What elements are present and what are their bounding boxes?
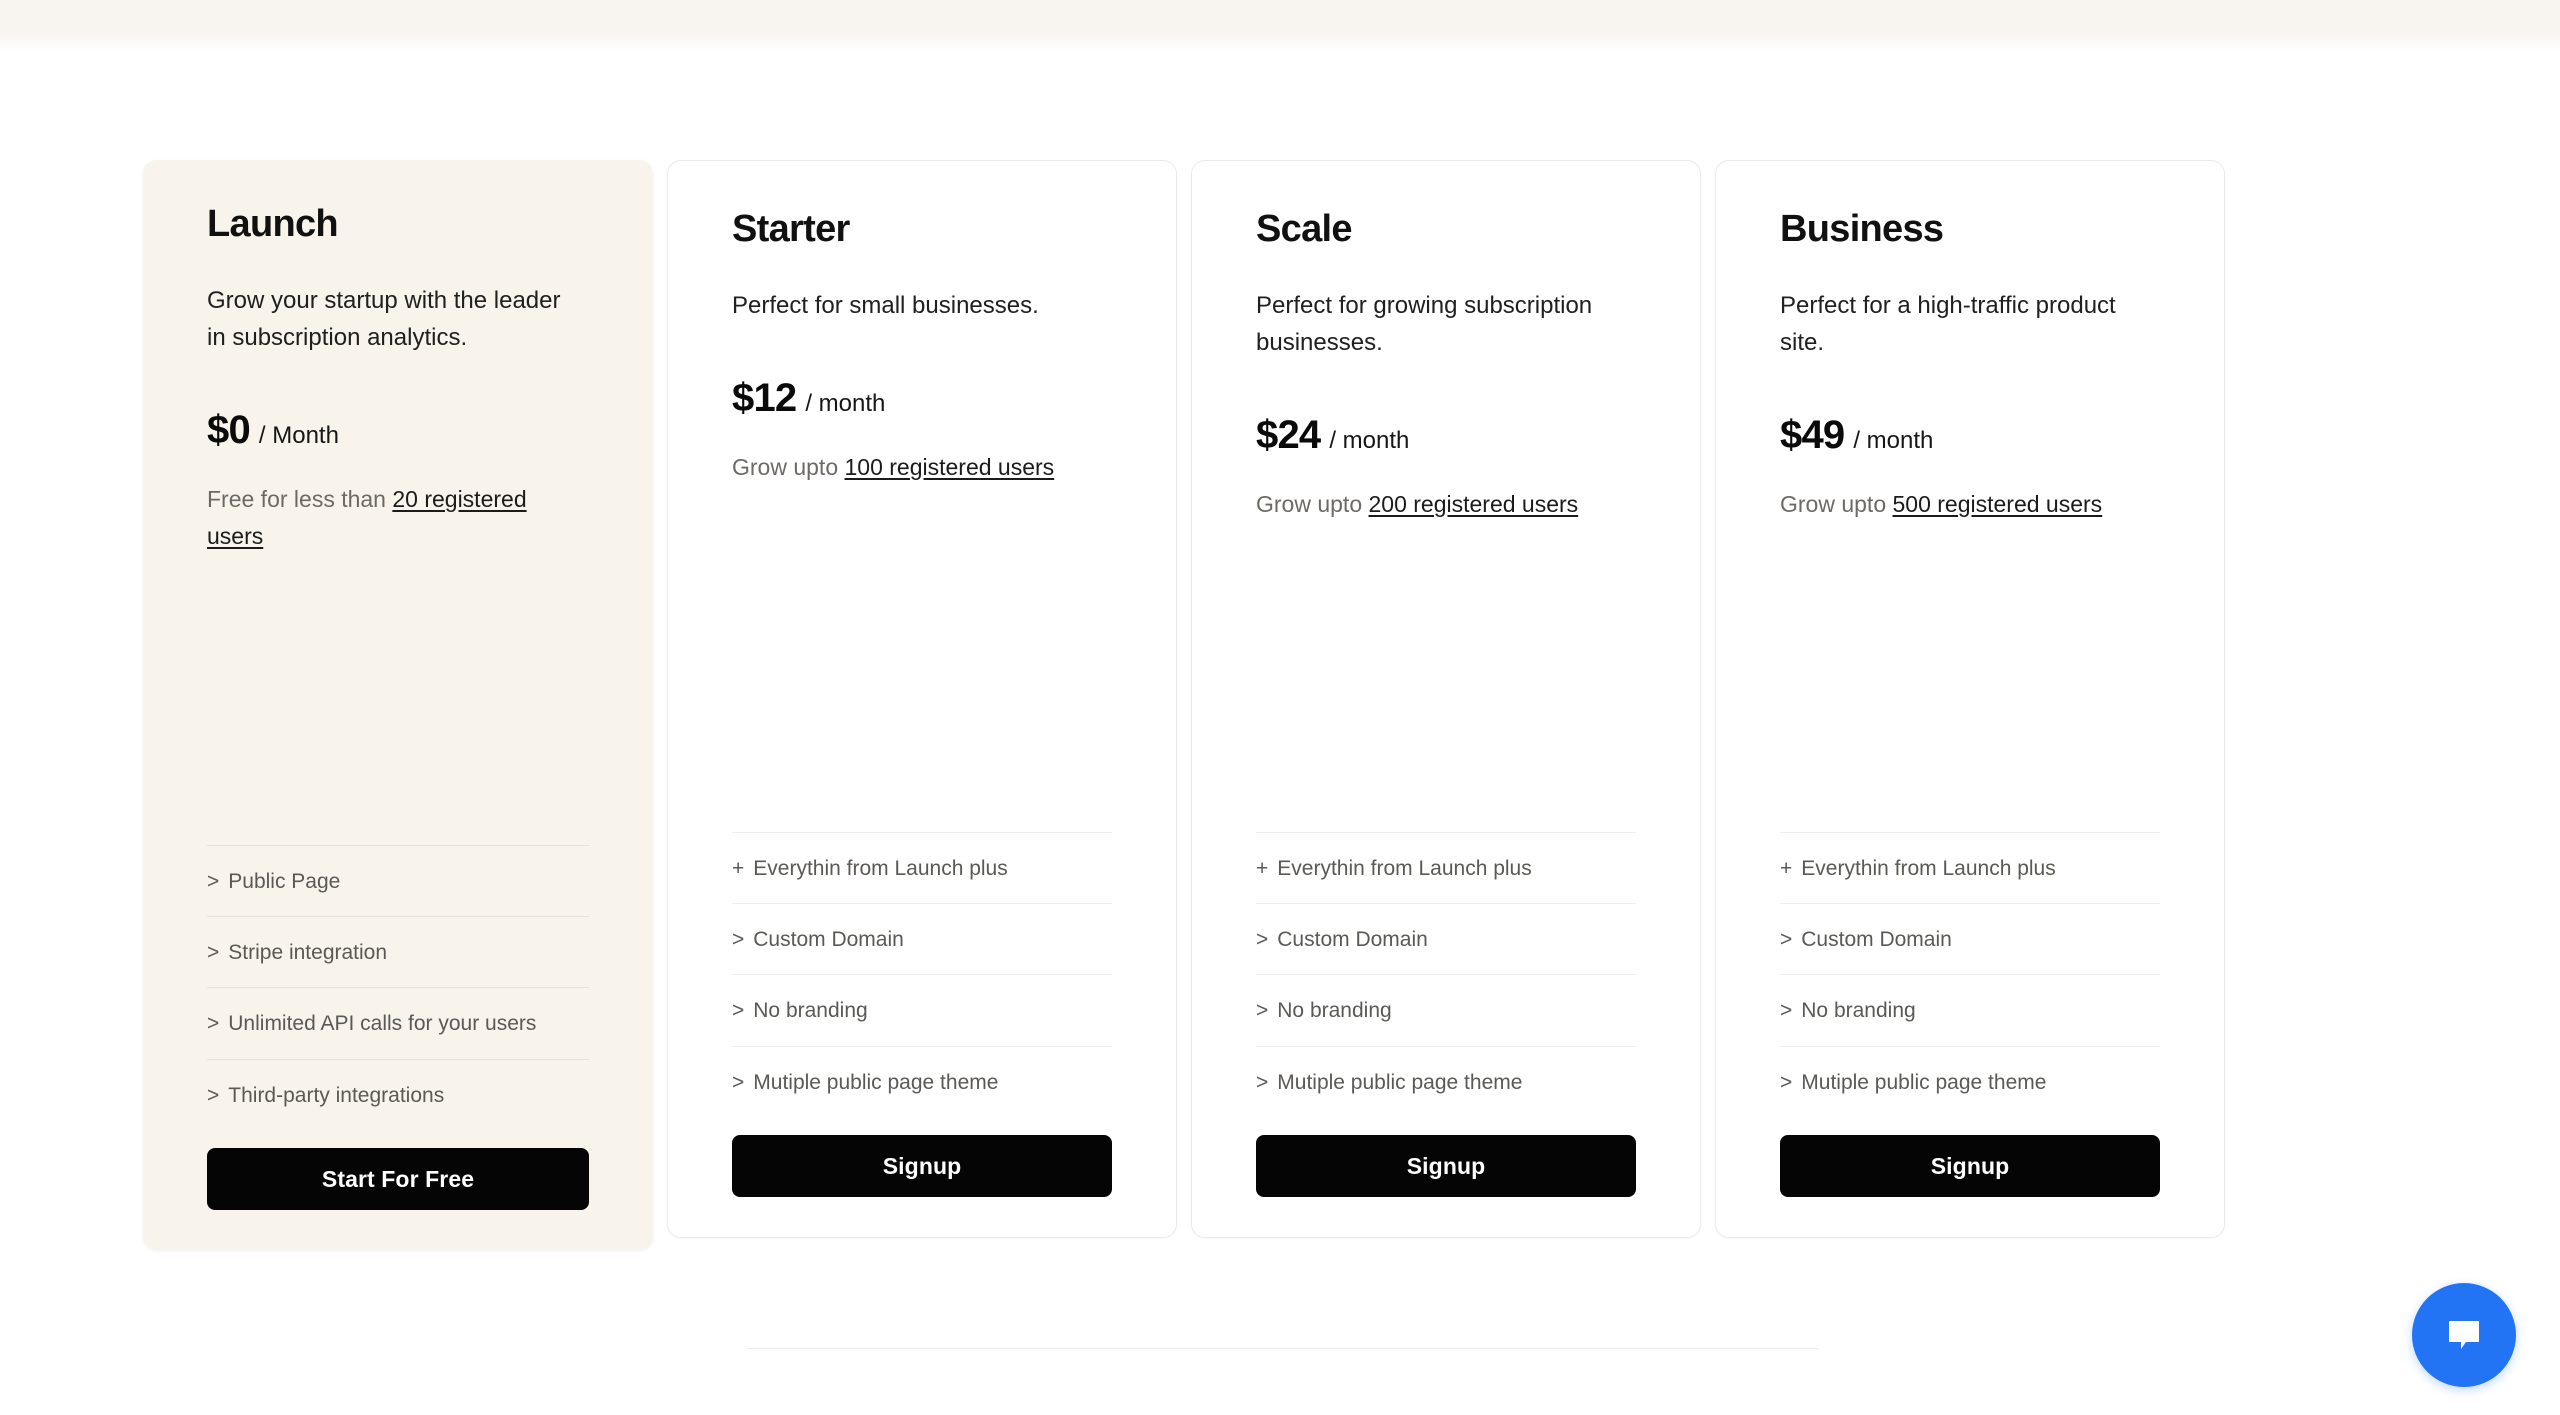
feature-item: > Third-party integrations — [207, 1058, 589, 1110]
feature-label: No branding — [1277, 999, 1392, 1023]
feature-label: Third-party integrations — [228, 1083, 445, 1107]
feature-label: No branding — [753, 999, 868, 1023]
feature-item: > Mutiple public page theme — [1780, 1045, 2160, 1097]
price-block: $49 / month — [1780, 413, 2160, 458]
feature-list: + Everythin from Launch plus > Custom Doma… — [732, 831, 1112, 1097]
feature-item: > Public Page — [207, 844, 589, 916]
chat-bubble-icon — [2449, 1321, 2479, 1349]
pricing-card-starter: Starter Perfect for small businesses. $1… — [667, 160, 1177, 1238]
feature-item: > Custom Domain — [1780, 902, 2160, 974]
footer-divider — [746, 1348, 1818, 1349]
pricing-card-business: Business Perfect for a high-traffic prod… — [1715, 160, 2225, 1238]
feature-item: + Everythin from Launch plus — [1780, 831, 2160, 903]
plan-limit-prefix: Free for less than — [207, 486, 393, 513]
chat-launcher-button[interactable] — [2412, 1283, 2516, 1387]
plan-user-limit: Grow upto 500 registered users — [1780, 486, 2130, 523]
pricing-card-scale: Scale Perfect for growing subscription b… — [1191, 160, 1701, 1238]
chevron-right-icon: > — [1256, 927, 1269, 951]
price-period: / month — [1853, 427, 1934, 455]
feature-label: Mutiple public page theme — [753, 1070, 999, 1094]
price-amount: $24 — [1256, 413, 1321, 458]
price-period: / month — [805, 389, 886, 417]
feature-item: + Everythin from Launch plus — [732, 831, 1112, 903]
feature-item: > Mutiple public page theme — [732, 1045, 1112, 1097]
plan-limit-link[interactable]: 200 registered users — [1369, 491, 1579, 517]
price-amount: $49 — [1780, 413, 1845, 458]
feature-label: Unlimited API calls for your users — [228, 1012, 537, 1036]
plus-icon: + — [732, 856, 745, 880]
top-decorative-band — [0, 0, 2560, 52]
price-period: / Month — [258, 422, 339, 450]
feature-label: Public Page — [228, 869, 341, 893]
plan-limit-prefix: Grow upto — [732, 453, 845, 480]
feature-label: Everythin from Launch plus — [1801, 856, 2056, 880]
plan-name: Scale — [1256, 208, 1353, 250]
plan-user-limit: Grow upto 200 registered users — [1256, 486, 1606, 523]
plan-tagline: Perfect for growing subscription busines… — [1256, 291, 1593, 356]
feature-list: + Everythin from Launch plus > Custom Doma… — [1780, 831, 2160, 1097]
chevron-right-icon: > — [732, 1070, 745, 1094]
chevron-right-icon: > — [732, 927, 745, 951]
plan-tagline: Perfect for small businesses. — [732, 291, 1039, 319]
feature-label: Stripe integration — [228, 940, 388, 964]
plan-name: Launch — [207, 203, 339, 245]
feature-label: Everythin from Launch plus — [1277, 856, 1532, 880]
feature-list: > Public Page > Stripe integration > Unlimi… — [207, 844, 589, 1110]
feature-label: Custom Domain — [753, 927, 904, 951]
plan-tagline: Grow your startup with the leader in sub… — [207, 286, 561, 351]
plan-limit-prefix: Grow upto — [1780, 491, 1893, 518]
chevron-right-icon: > — [207, 869, 220, 893]
price-block: $12 / month — [732, 376, 1112, 421]
feature-label: No branding — [1801, 999, 1916, 1023]
plan-user-limit: Free for less than 20 registered users — [207, 481, 557, 555]
feature-list: + Everythin from Launch plus > Custom Doma… — [1256, 831, 1636, 1097]
price-amount: $12 — [732, 375, 797, 420]
chevron-right-icon: > — [1256, 999, 1269, 1023]
chevron-right-icon: > — [1256, 1070, 1269, 1094]
feature-item: > No branding — [732, 974, 1112, 1045]
chevron-right-icon: > — [207, 940, 220, 964]
signup-button[interactable]: Signup — [1256, 1135, 1636, 1197]
plus-icon: + — [1780, 856, 1793, 880]
chevron-right-icon: > — [1780, 927, 1793, 951]
feature-item: > Mutiple public page theme — [1256, 1045, 1636, 1097]
start-for-free-button[interactable]: Start For Free — [207, 1148, 589, 1210]
chevron-right-icon: > — [1780, 1070, 1793, 1094]
signup-button[interactable]: Signup — [1780, 1135, 2160, 1197]
pricing-card-launch: Launch Grow your startup with the leader… — [143, 160, 653, 1250]
plan-tagline: Perfect for a high-traffic product site. — [1780, 291, 2116, 356]
feature-label: Mutiple public page theme — [1801, 1070, 2047, 1094]
feature-item: > Unlimited API calls for your users — [207, 987, 589, 1058]
feature-item: > Custom Domain — [1256, 902, 1636, 974]
plus-icon: + — [1256, 856, 1269, 880]
plan-name: Business — [1780, 208, 1944, 250]
price-amount: $0 — [207, 408, 251, 453]
chevron-right-icon: > — [1780, 999, 1793, 1023]
plan-limit-prefix: Grow upto — [1256, 491, 1369, 518]
chevron-right-icon: > — [207, 1083, 220, 1107]
feature-item: > No branding — [1780, 974, 2160, 1045]
feature-item: > Stripe integration — [207, 915, 589, 987]
pricing-plan-grid: Launch Grow your startup with the leader… — [143, 160, 2417, 1250]
plan-limit-link[interactable]: 100 registered users — [845, 454, 1055, 480]
plan-name: Starter — [732, 208, 850, 250]
plan-user-limit: Grow upto 100 registered users — [732, 449, 1082, 486]
price-block: $24 / month — [1256, 413, 1636, 458]
feature-label: Everythin from Launch plus — [753, 856, 1008, 880]
chevron-right-icon: > — [732, 999, 745, 1023]
feature-label: Custom Domain — [1801, 927, 1952, 951]
plan-limit-link[interactable]: 500 registered users — [1893, 491, 2103, 517]
feature-item: > Custom Domain — [732, 902, 1112, 974]
feature-item: > No branding — [1256, 974, 1636, 1045]
feature-item: + Everythin from Launch plus — [1256, 831, 1636, 903]
signup-button[interactable]: Signup — [732, 1135, 1112, 1197]
price-period: / month — [1329, 427, 1410, 455]
price-block: $0 / Month — [207, 408, 589, 453]
feature-label: Mutiple public page theme — [1277, 1070, 1523, 1094]
feature-label: Custom Domain — [1277, 927, 1428, 951]
chevron-right-icon: > — [207, 1012, 220, 1036]
